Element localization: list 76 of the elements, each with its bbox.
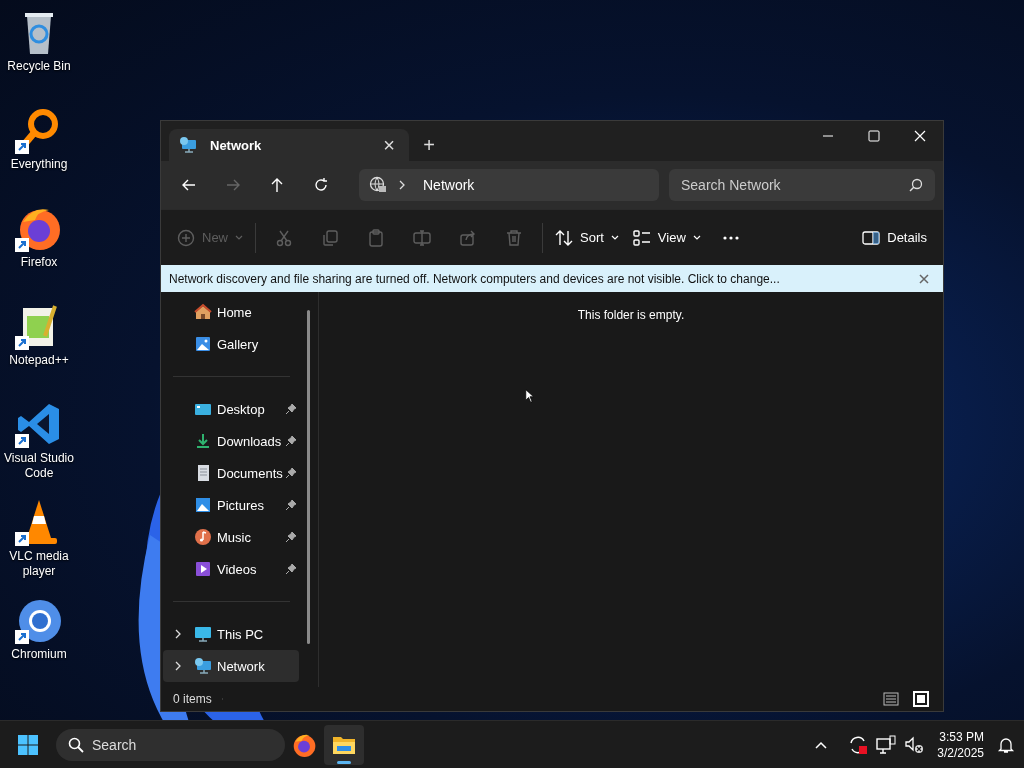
forward-arrow-icon (225, 177, 241, 193)
chevron-icon (397, 180, 407, 190)
back-arrow-icon (181, 177, 197, 193)
music-icon (194, 528, 212, 546)
search-icon (909, 178, 923, 192)
item-count: 0 items (173, 692, 212, 706)
sidebar-item[interactable]: This PC (163, 618, 299, 650)
icon-label[interactable]: Chromium (11, 647, 67, 662)
house-icon (194, 303, 212, 321)
sidebar-item[interactable]: Home (163, 296, 299, 328)
trash-icon (505, 228, 523, 247)
sidebar-item[interactable]: Network (163, 650, 299, 682)
tiles-view-icon (913, 691, 929, 707)
list-view-icon (883, 691, 899, 707)
scissors-icon (275, 228, 293, 247)
clock-date: 3/2/2025 (937, 744, 984, 761)
sidebar-item[interactable]: Music (163, 521, 299, 553)
network-monitor-icon[interactable] (875, 733, 898, 756)
more-icon (722, 235, 739, 240)
tab-title: Network (210, 137, 263, 153)
info-banner[interactable]: Network discovery and file sharing are turned off. Network computers and devices are not visible. Click to change... (161, 265, 943, 292)
maximize-icon (868, 130, 880, 142)
address-bar[interactable]: Network (359, 169, 659, 201)
icon-label[interactable]: Recycle Bin (7, 59, 71, 74)
details-button[interactable]: Details (856, 219, 933, 256)
sort-arrows-icon (555, 228, 573, 247)
search-field[interactable]: Search Network (669, 169, 935, 201)
empty-folder-message: This folder is empty. (577, 308, 685, 324)
tiles-view-button[interactable] (911, 689, 931, 709)
scrollbar[interactable] (307, 310, 310, 644)
taskbar-app-button[interactable] (324, 724, 364, 765)
taskbar-search-field[interactable]: Search (56, 728, 285, 761)
icon-label[interactable]: Notepad++ (9, 353, 69, 368)
picture-icon (194, 496, 212, 514)
icon-label[interactable]: VLC media player (0, 549, 78, 579)
search-icon (68, 736, 84, 753)
clock[interactable]: 3:53 PM 3/2/2025 (937, 728, 984, 761)
sidebar-item[interactable]: Desktop (163, 393, 299, 425)
view-button[interactable]: View (626, 219, 707, 256)
sidebar-item[interactable]: Downloads (163, 425, 299, 457)
network-monitor-icon (194, 657, 212, 675)
icon-label[interactable]: Firefox (20, 255, 58, 270)
chevron-icon[interactable] (173, 629, 183, 639)
globe-icon (369, 176, 387, 194)
close-icon (914, 130, 926, 142)
sort-button[interactable]: Sort (549, 219, 625, 256)
download-icon (194, 432, 212, 450)
details-view-button[interactable] (881, 689, 901, 709)
refresh-icon (313, 177, 329, 193)
monitor-icon (194, 625, 212, 643)
chevron-icon[interactable] (173, 661, 183, 671)
view-list-icon (632, 228, 651, 247)
window-tab[interactable]: Network × (169, 129, 409, 161)
icon-label[interactable]: Everything (10, 157, 68, 172)
close-icon (919, 273, 929, 284)
plus-circle-icon (177, 228, 195, 247)
clipboard-icon (367, 228, 385, 247)
new-tab-button[interactable]: + (409, 129, 449, 161)
sidebar-item[interactable]: Pictures (163, 489, 299, 521)
share-icon (459, 228, 477, 247)
details-pane-icon (862, 228, 881, 247)
address-text: Network (423, 177, 475, 193)
sidebar-item[interactable]: Gallery (163, 328, 299, 360)
banner-message[interactable]: Network discovery and file sharing are turned off. Network computers and devices are not visible. Click to change... (169, 271, 913, 286)
copy-icon (321, 228, 339, 247)
network-monitor-icon (179, 136, 197, 154)
windows-logo-icon (17, 733, 39, 756)
rename-icon (413, 228, 431, 247)
icon-label[interactable]: Visual Studio Code (0, 451, 78, 481)
sidebar-item[interactable]: Videos (163, 553, 299, 585)
up-arrow-icon (269, 177, 285, 193)
gallery-icon (194, 335, 212, 353)
close-tab-button[interactable]: × (379, 133, 399, 157)
video-icon (194, 560, 212, 578)
clock-time: 3:53 PM (939, 728, 984, 745)
sidebar-item[interactable]: Documents (163, 457, 299, 489)
